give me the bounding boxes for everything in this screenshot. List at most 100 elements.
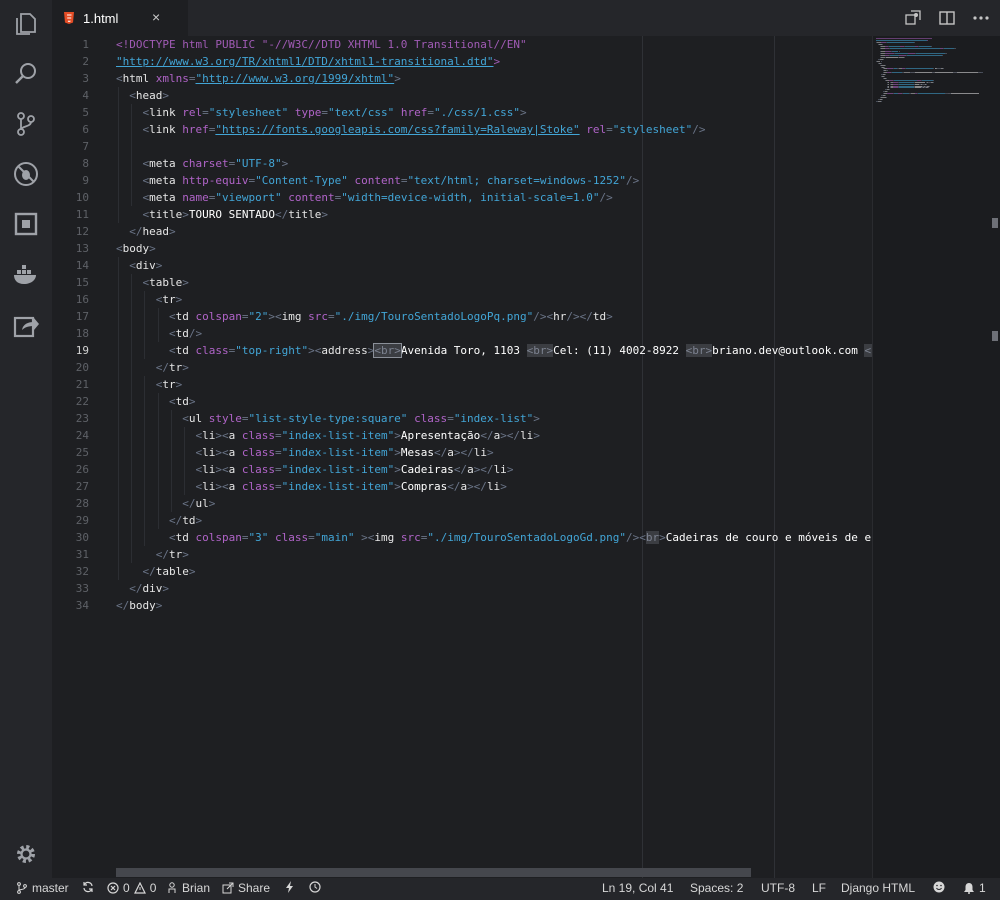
- code-line[interactable]: <td/>: [116, 325, 872, 342]
- code-line[interactable]: </div>: [116, 580, 872, 597]
- code-token: rel: [586, 123, 607, 136]
- code-line[interactable]: <td class="top-right"><address><br>Aveni…: [116, 342, 872, 359]
- code-line[interactable]: </head>: [116, 223, 872, 240]
- code-area[interactable]: <!DOCTYPE html PUBLIC "-//W3C//DTD XHTML…: [116, 36, 872, 614]
- code-token: meta: [149, 157, 183, 170]
- warning-count: 0: [149, 881, 157, 895]
- code-token: </: [274, 208, 289, 221]
- minimap-line: [914, 72, 932, 74]
- code-line[interactable]: </ul>: [116, 495, 872, 512]
- code-line[interactable]: [116, 138, 872, 155]
- code-token: html: [122, 72, 156, 85]
- code-line[interactable]: <title>TOURO SENTADO</title>: [116, 206, 872, 223]
- code-line[interactable]: </table>: [116, 563, 872, 580]
- docker-icon[interactable]: [12, 260, 40, 288]
- code-token: >: [394, 463, 401, 476]
- code-token: href: [400, 106, 428, 119]
- notifications[interactable]: 1: [963, 881, 986, 895]
- code-token: "https://fonts.googleapis.com/css?family…: [215, 123, 580, 136]
- minimap-line: [904, 45, 915, 47]
- search-icon[interactable]: [12, 60, 40, 88]
- code-line[interactable]: </tr>: [116, 546, 872, 563]
- indentation[interactable]: Spaces: 2: [690, 881, 743, 895]
- language-mode[interactable]: Django HTML: [841, 881, 915, 895]
- code-line[interactable]: <td colspan="2"><img src="./img/TouroSen…: [116, 308, 872, 325]
- more-actions-icon[interactable]: [972, 9, 990, 27]
- split-editor-icon[interactable]: [938, 9, 956, 27]
- code-line[interactable]: <!DOCTYPE html PUBLIC "-//W3C//DTD XHTML…: [116, 36, 872, 53]
- code-line[interactable]: <meta name="viewport" content="width=dev…: [116, 189, 872, 206]
- code-line[interactable]: <li><a class="index-list-item">Mesas</a>…: [116, 444, 872, 461]
- open-changes-icon[interactable]: [904, 9, 922, 27]
- tab-1-html[interactable]: 1.html ×: [52, 0, 188, 36]
- source-control-icon[interactable]: [12, 110, 40, 138]
- files-icon[interactable]: [12, 10, 40, 38]
- code-line[interactable]: <ul style = "list-style-type:square" class…: [116, 410, 872, 427]
- code-token: head: [142, 225, 170, 238]
- code-token: =: [274, 429, 282, 442]
- code-token: class: [241, 446, 275, 459]
- code-token: ><: [215, 463, 229, 476]
- code-token: "list-style-type:square": [248, 412, 415, 425]
- code-token: table: [155, 565, 189, 578]
- code-line[interactable]: <meta http-equiv="Content-Type" content=…: [116, 172, 872, 189]
- feedback-smiley-icon[interactable]: [933, 881, 945, 893]
- code-token: />: [533, 310, 547, 323]
- extensions-icon[interactable]: [12, 210, 40, 238]
- minimap-line: [914, 81, 926, 83]
- branch-status[interactable]: master: [16, 881, 69, 895]
- minimap-line: [884, 66, 886, 68]
- code-token: <: [182, 412, 189, 425]
- code-token: <: [129, 89, 136, 102]
- encoding[interactable]: UTF-8: [761, 881, 795, 895]
- code-token: >: [208, 497, 216, 510]
- share-icon: [222, 882, 234, 894]
- live-share-icon[interactable]: [12, 312, 40, 340]
- debug-icon[interactable]: [12, 160, 40, 188]
- code-line[interactable]: <head>: [116, 87, 872, 104]
- code-line[interactable]: <tr>: [116, 291, 872, 308]
- sync-icon[interactable]: [82, 881, 94, 893]
- code-line[interactable]: <li><a class="index-list-item">Compras</…: [116, 478, 872, 495]
- live-share-user[interactable]: Brian: [166, 881, 210, 895]
- code-line[interactable]: <td>: [116, 393, 872, 410]
- code-token: </: [155, 548, 169, 561]
- line-number: 3: [82, 72, 89, 85]
- horizontal-scrollbar[interactable]: [116, 868, 751, 877]
- code-token: >: [155, 599, 163, 612]
- code-line[interactable]: <td colspan="3" class="main" ><img src="…: [116, 529, 872, 546]
- close-icon[interactable]: ×: [152, 9, 160, 25]
- code-token: />: [625, 174, 640, 187]
- clock-icon[interactable]: [309, 881, 321, 893]
- code-token: </: [129, 582, 143, 595]
- code-line[interactable]: <body>: [116, 240, 872, 257]
- settings-gear-icon[interactable]: [12, 840, 40, 868]
- code-line[interactable]: <div>: [116, 257, 872, 274]
- code-line[interactable]: <li><a class="index-list-item">Cadeiras<…: [116, 461, 872, 478]
- code-line[interactable]: <tr>: [116, 376, 872, 393]
- code-line[interactable]: </td>: [116, 512, 872, 529]
- lightning-icon[interactable]: [284, 881, 296, 893]
- code-token: </: [433, 446, 448, 459]
- end-of-line[interactable]: LF: [812, 881, 826, 895]
- line-number: 27: [75, 480, 89, 493]
- share-button[interactable]: Share: [222, 881, 270, 895]
- code-line[interactable]: <link rel="stylesheet" type="text/css" h…: [116, 104, 872, 121]
- code-line[interactable]: "http://www.w3.org/TR/xhtml1/DTD/xhtml1-…: [116, 53, 872, 70]
- minimap[interactable]: [872, 36, 1000, 878]
- code-line[interactable]: </tr>: [116, 359, 872, 376]
- code-line[interactable]: <html xmlns="http://www.w3.org/1999/xhtm…: [116, 70, 872, 87]
- code-line[interactable]: <link href="https://fonts.googleapis.com…: [116, 121, 872, 138]
- code-line[interactable]: <meta charset="UTF-8">: [116, 155, 872, 172]
- cursor-position[interactable]: Ln 19, Col 41: [602, 881, 673, 895]
- problems-status[interactable]: 0 0: [107, 881, 156, 895]
- code-token: td: [175, 395, 189, 408]
- editor[interactable]: 1 2 3 4 5 6 7 8 9 10 11 12 13 14 15 16 17 18 19 20 21 22 23 24 2…: [52, 36, 1000, 878]
- code-line[interactable]: </body>: [116, 597, 872, 614]
- code-token: a: [228, 463, 242, 476]
- code-line[interactable]: <li><a class="index-list-item">Apresenta…: [116, 427, 872, 444]
- code-line[interactable]: <table>: [116, 274, 872, 291]
